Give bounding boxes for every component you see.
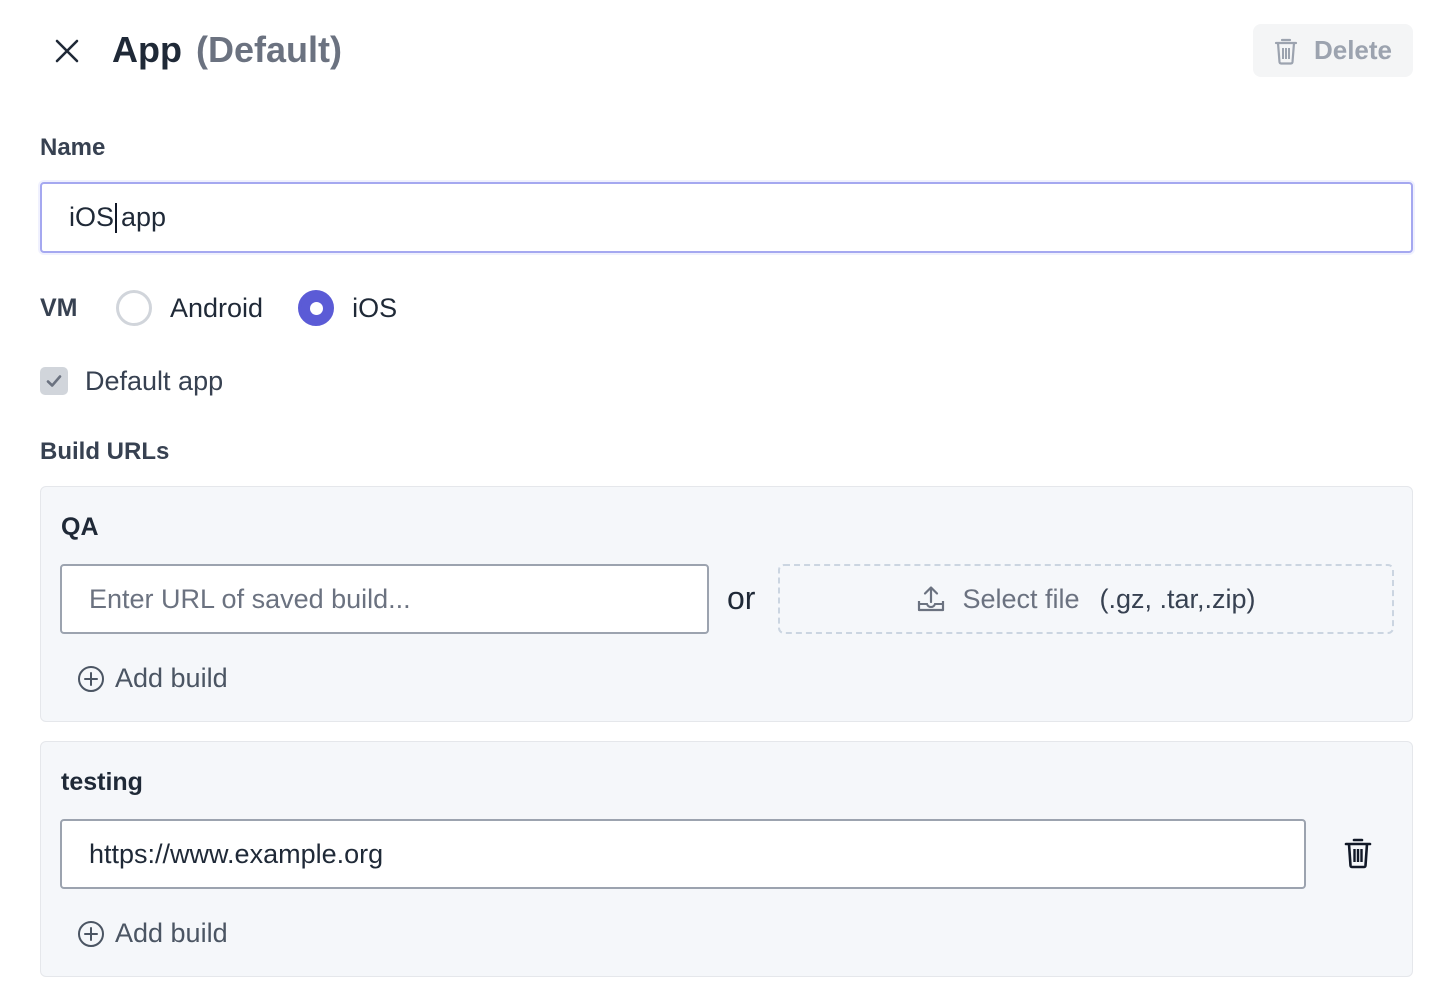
name-input-value: iOS xyxy=(69,202,115,232)
trash-icon xyxy=(1274,38,1298,65)
name-label: Name xyxy=(40,134,106,161)
upload-icon xyxy=(918,586,945,612)
vm-option-android[interactable]: Android xyxy=(116,290,263,326)
delete-button[interactable]: Delete xyxy=(1253,24,1413,77)
vm-option-ios-label: iOS xyxy=(352,292,398,323)
radio-ios[interactable] xyxy=(298,290,335,326)
close-icon xyxy=(55,39,79,63)
check-icon xyxy=(46,375,62,387)
file-types-hint: (.gz, .tar,.zip) xyxy=(1099,583,1256,614)
add-build-label: Add build xyxy=(115,663,228,693)
text-caret xyxy=(115,202,118,233)
build-url-field[interactable] xyxy=(89,583,707,615)
environment-panel-qa: QA or Select file (.gz, .tar,.zip) Add b… xyxy=(40,486,1413,722)
vm-option-android-label: Android xyxy=(170,292,264,323)
close-button[interactable] xyxy=(50,34,84,68)
delete-button-label: Delete xyxy=(1313,35,1393,65)
plus-circle-icon xyxy=(78,665,104,692)
default-app-checkbox[interactable] xyxy=(40,367,68,395)
add-build-button[interactable]: Add build xyxy=(77,918,228,949)
vm-radio-group: Android iOS xyxy=(116,289,397,327)
radio-android[interactable] xyxy=(116,290,152,326)
name-input-value-rest: app xyxy=(121,202,167,232)
vm-option-ios[interactable]: iOS xyxy=(298,290,397,326)
name-input[interactable]: iOS app xyxy=(40,182,1413,253)
select-file-label: Select file xyxy=(962,583,1080,614)
build-url-value: https://www.example.org xyxy=(89,838,384,869)
dialog-header: App (Default) Delete xyxy=(0,0,1438,100)
select-file-dropzone[interactable]: Select file (.gz, .tar,.zip) xyxy=(778,564,1394,634)
default-badge: (Default) xyxy=(195,29,342,70)
or-separator: or xyxy=(727,580,756,616)
build-url-input[interactable]: https://www.example.org xyxy=(60,819,1306,889)
default-app-label: Default app xyxy=(85,365,224,396)
page-title: App (Default) xyxy=(112,28,342,72)
add-build-button[interactable]: Add build xyxy=(77,663,228,694)
default-app-checkbox-row[interactable]: Default app xyxy=(40,366,223,396)
radio-dot xyxy=(309,301,323,315)
environment-panel-testing: testing https://www.example.org Add buil… xyxy=(40,741,1413,977)
build-urls-label: Build URLs xyxy=(40,438,170,465)
trash-icon xyxy=(1344,838,1372,869)
page-title-text: App xyxy=(112,29,182,70)
environment-name: testing xyxy=(61,768,143,796)
vm-label: VM xyxy=(40,294,78,322)
add-build-label: Add build xyxy=(115,918,228,948)
environment-name: QA xyxy=(61,513,99,541)
delete-build-button[interactable] xyxy=(1338,833,1378,873)
build-url-input[interactable] xyxy=(60,564,709,634)
plus-circle-icon xyxy=(78,920,104,947)
